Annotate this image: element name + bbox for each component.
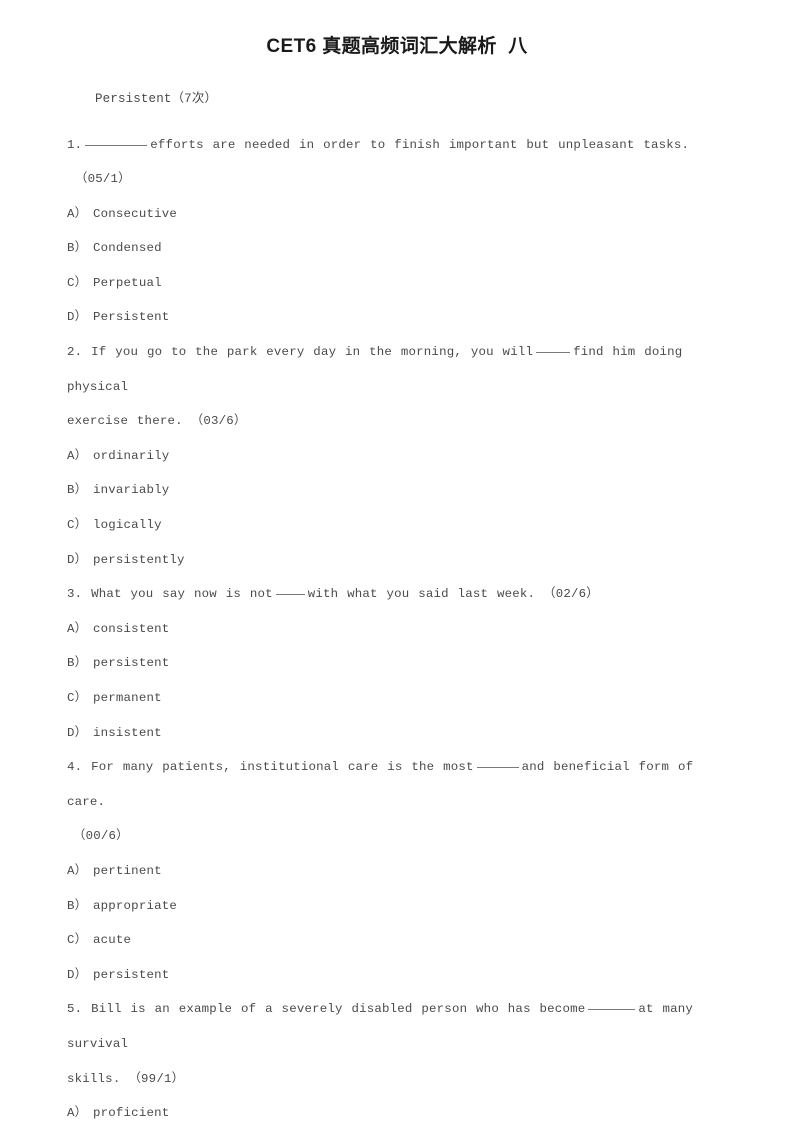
question-block: 4. For many patients, institutional care… [67,750,712,992]
answer-option[interactable]: A） ordinarily [67,439,712,474]
stem-text-after-blank: with what you said last week. [307,587,536,602]
option-letter: B） [67,483,88,498]
option-text: persistently [93,552,185,567]
answer-blank [275,594,305,596]
option-letter: D） [67,967,88,982]
answer-option[interactable]: A） Consecutive [67,197,712,232]
option-letter: C） [67,933,88,948]
option-letter: C） [67,518,88,533]
exam-source-tag: （05/1） [75,172,131,187]
answer-blank [476,767,519,769]
question-stem: 4. For many patients, institutional care… [67,750,712,854]
answer-blank [85,144,148,146]
answer-option[interactable]: C） acute [67,923,712,958]
answer-option[interactable]: B） appropriate [67,889,712,924]
option-text: proficient [93,1106,170,1121]
answer-option[interactable]: A） proficient [67,1096,712,1123]
stem-text-before-blank: 5. Bill is an example of a severely disa… [67,1002,586,1017]
option-text: appropriate [93,898,177,913]
option-text: acute [93,933,132,948]
question-list: 1. efforts are needed in order to finish … [67,128,712,1123]
document-page: CET6 真题高频词汇大解析 八 Persistent（7次） 1. effort… [0,0,794,1123]
answer-option[interactable]: C） logically [67,508,712,543]
option-text: Perpetual [93,275,162,290]
question-block: 2. If you go to the park every day in th… [67,335,712,577]
option-letter: D） [67,310,88,325]
answer-option[interactable]: A） pertinent [67,854,712,889]
option-text: Condensed [93,241,162,256]
stem-text-before-blank: 2. If you go to the park every day in th… [67,345,534,360]
question-stem: 1. efforts are needed in order to finish … [67,128,712,197]
option-text: permanent [93,691,162,705]
answer-option[interactable]: D） insistent [67,716,712,751]
exam-source-tag: （03/6） [190,414,247,429]
stem-wrapped-line: exercise there. （03/6） [67,404,712,439]
page-title: CET6 真题高频词汇大解析 八 [266,36,528,57]
option-text: invariably [93,483,170,498]
answer-option[interactable]: C） permanent [67,681,712,716]
question-block: 1. efforts are needed in order to finish … [67,128,712,336]
stem-text-before-blank: 3. What you say now is not [67,587,273,602]
exam-source-tag: （99/1） [128,1071,185,1086]
word-entry-heading: Persistent（7次） [95,92,218,106]
answer-option[interactable]: B） Condensed [67,231,712,266]
option-letter: B） [67,898,88,913]
option-letter: C） [67,275,88,290]
stem-wrapped-text: exercise there. [67,414,183,429]
question-block: 3. What you say now is not with what you … [67,577,712,750]
option-letter: D） [67,725,88,740]
option-text: Consecutive [93,206,177,221]
option-letter: A） [67,863,88,878]
answer-option[interactable]: C） Perpetual [67,266,712,301]
option-text: consistent [93,621,170,636]
option-text: Persistent [93,310,170,325]
stem-wrapped-text: skills. [67,1071,121,1086]
exam-source-tag: （00/6） [73,829,129,844]
stem-wrapped-line: （00/6） [67,819,712,854]
option-letter: A） [67,448,88,463]
question-block: 5. Bill is an example of a severely disa… [67,992,712,1123]
option-letter: A） [67,206,88,221]
option-letter: B） [67,656,88,671]
option-text: persistent [93,656,170,671]
exam-source-tag: （02/6） [543,587,599,602]
option-letter: A） [67,621,88,636]
answer-option[interactable]: D） Persistent [67,300,712,335]
option-letter: D） [67,552,88,567]
answer-blank [536,352,571,354]
option-text: insistent [93,725,162,740]
option-letter: B） [67,241,88,256]
question-stem: 5. Bill is an example of a severely disa… [67,992,712,1096]
answer-option[interactable]: D） persistent [67,958,712,993]
stem-text-before-blank: 1. [67,137,83,152]
answer-option[interactable]: A） consistent [67,612,712,647]
option-text: persistent [93,967,170,982]
question-stem: 3. What you say now is not with what you … [67,577,712,612]
option-text: ordinarily [93,448,170,463]
answer-blank [588,1009,636,1011]
answer-option[interactable]: D） persistently [67,543,712,578]
option-letter: A） [67,1106,88,1121]
option-text: pertinent [93,863,162,878]
stem-text-before-blank: 4. For many patients, institutional care… [67,760,474,775]
answer-option[interactable]: B） invariably [67,473,712,508]
stem-wrapped-line: skills. （99/1） [67,1062,712,1097]
answer-option[interactable]: B） persistent [67,646,712,681]
option-text: logically [93,518,162,533]
question-stem: 2. If you go to the park every day in th… [67,335,712,439]
stem-text-after-blank: efforts are needed in order to finish im… [150,137,690,152]
option-letter: C） [67,691,88,705]
document-body: Persistent（7次） 1. efforts are needed in o… [67,93,712,1123]
